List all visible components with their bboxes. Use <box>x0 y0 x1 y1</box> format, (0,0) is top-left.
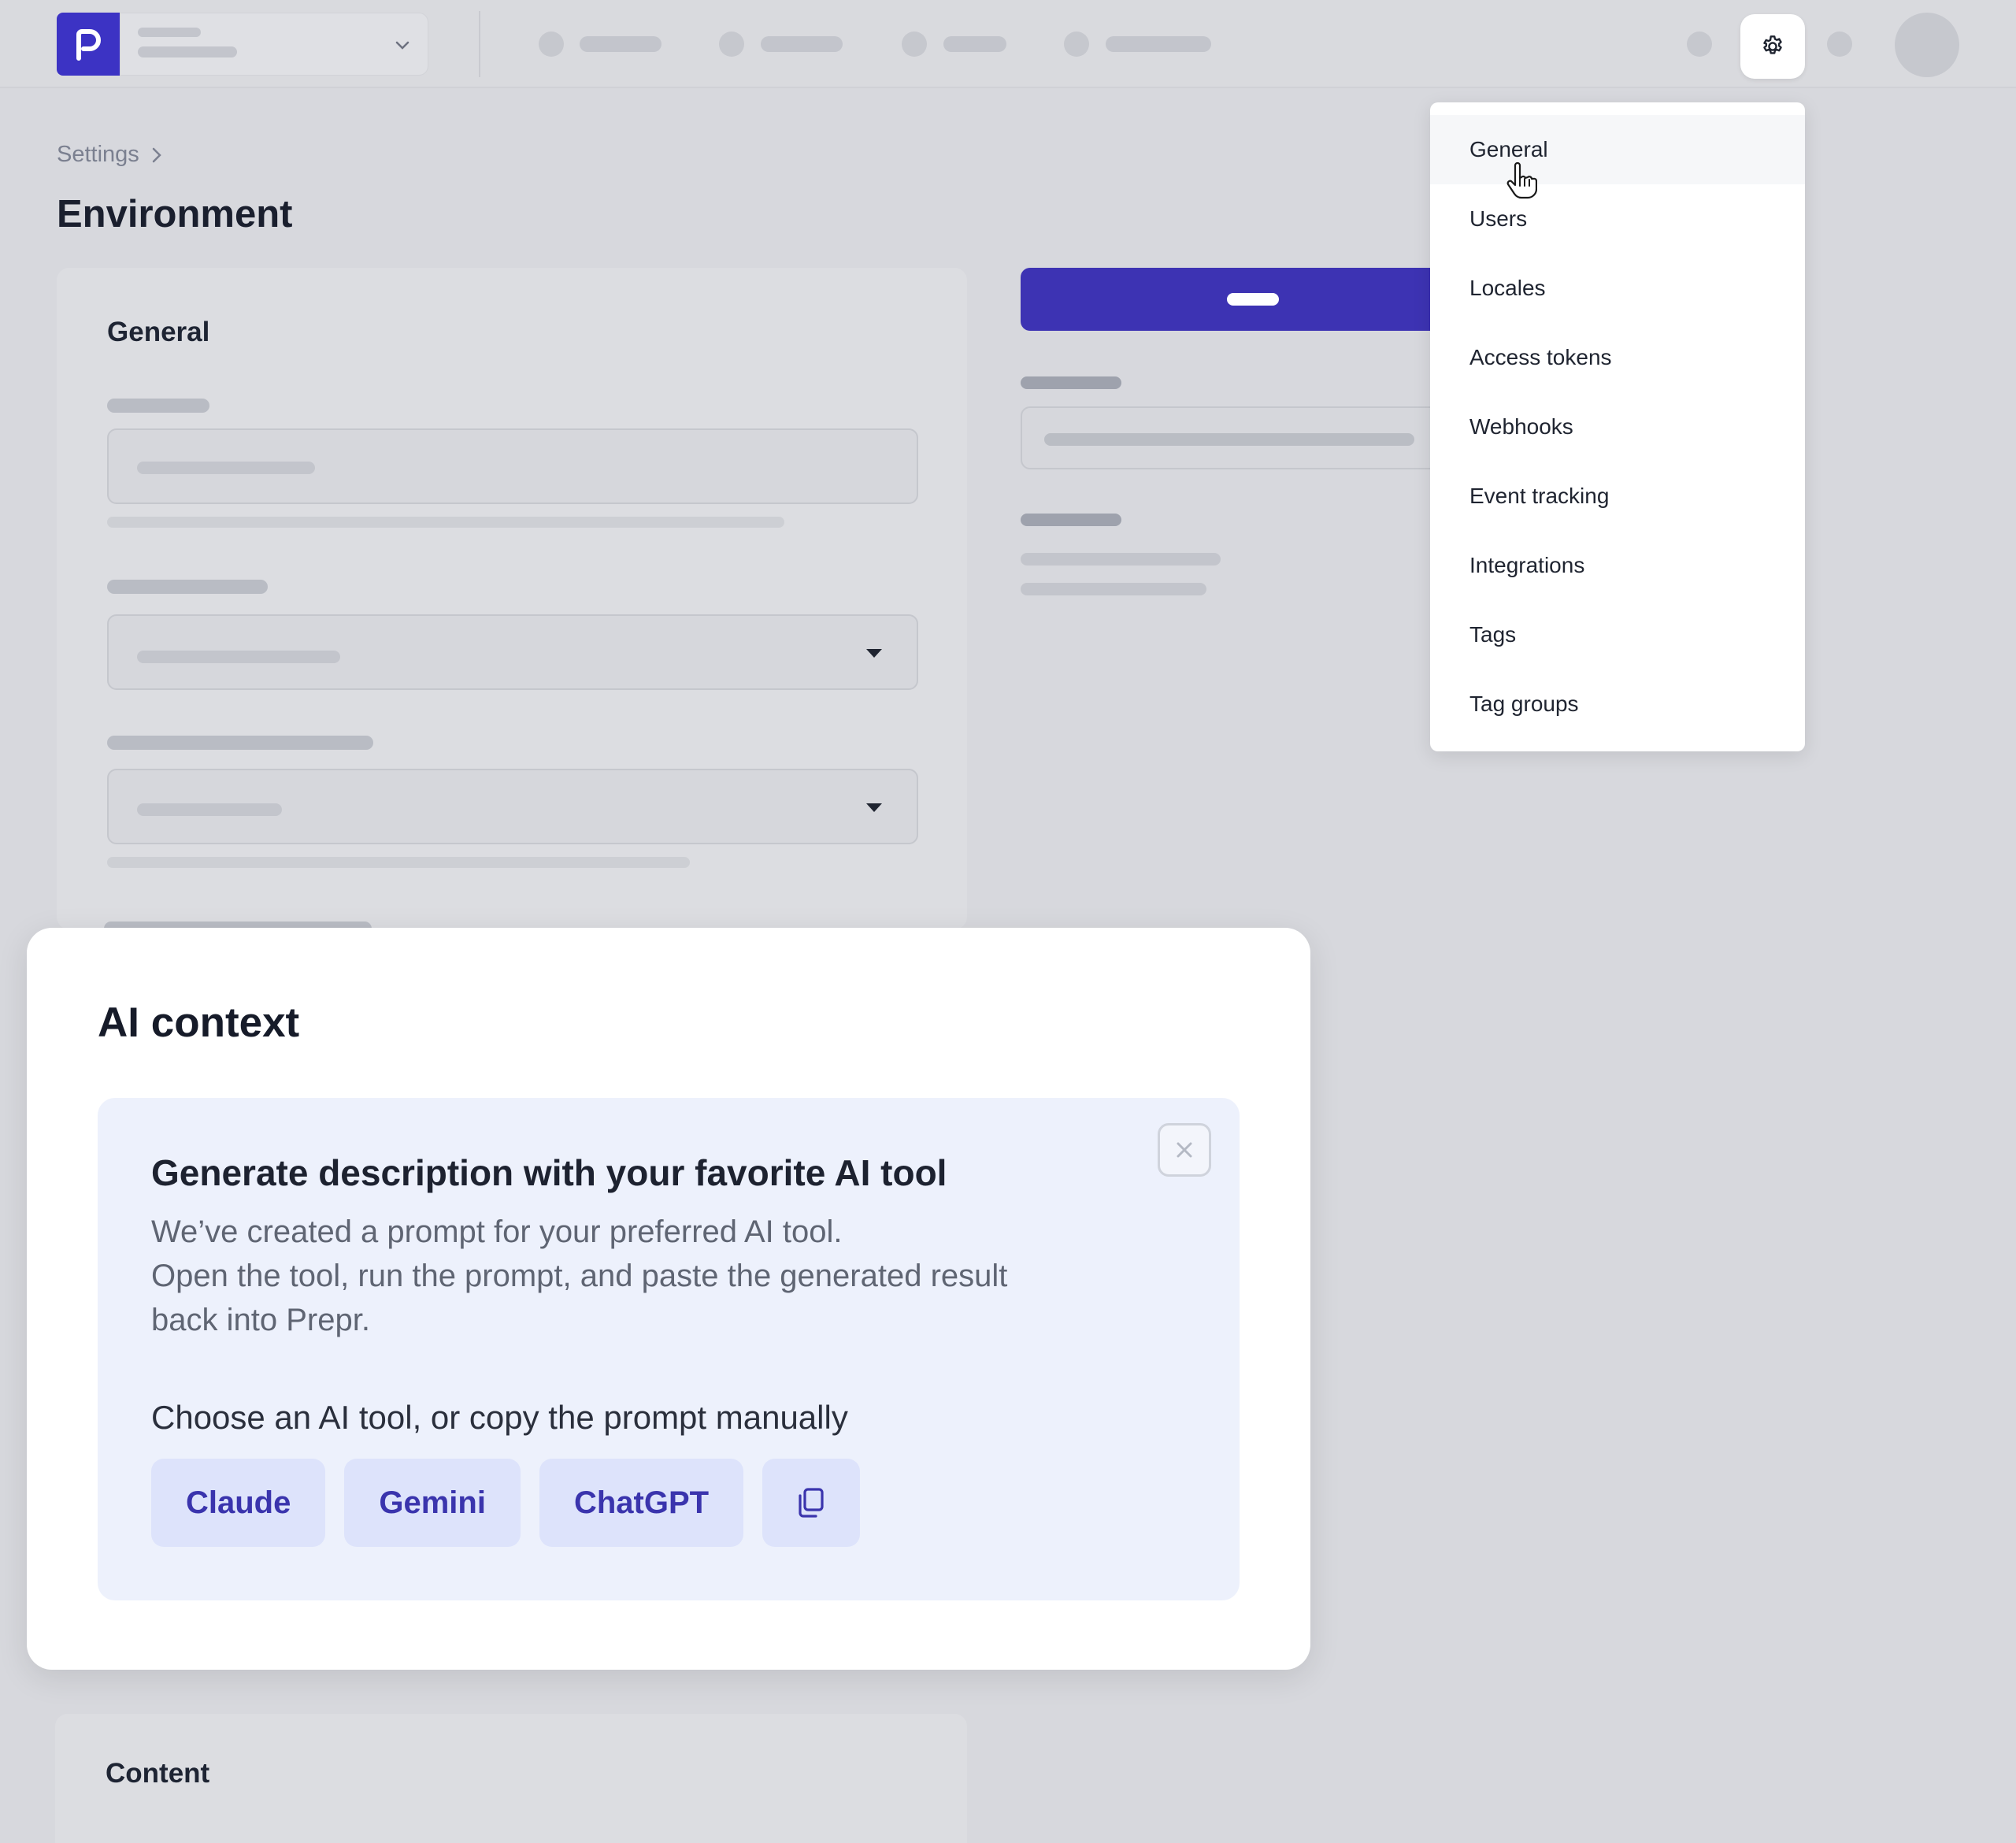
menu-item-integrations[interactable]: Integrations <box>1430 531 1805 600</box>
skeleton-line <box>1021 583 1206 595</box>
chevron-right-icon <box>152 147 161 162</box>
field-label <box>107 580 268 594</box>
menu-item-tags[interactable]: Tags <box>1430 600 1805 669</box>
copy-prompt-button[interactable] <box>762 1459 861 1547</box>
settings-button[interactable] <box>1740 14 1805 79</box>
nav-item-icon[interactable] <box>539 32 564 57</box>
select-field[interactable] <box>107 769 918 844</box>
menu-item-access-tokens[interactable]: Access tokens <box>1430 323 1805 392</box>
ai-tool-buttons: Claude Gemini ChatGPT <box>151 1459 861 1547</box>
ai-prompt-panel: Generate description with your favorite … <box>98 1098 1240 1600</box>
field-value <box>137 651 340 663</box>
general-card: General <box>57 268 967 936</box>
card-title: Content <box>106 1758 210 1789</box>
nav-item-icon[interactable] <box>1064 32 1089 57</box>
panel-description: We’ve created a prompt for your preferre… <box>151 1210 1096 1342</box>
field-label <box>1021 376 1121 389</box>
skeleton-line <box>138 46 237 57</box>
caret-down-icon <box>866 649 882 658</box>
claude-button[interactable]: Claude <box>151 1459 326 1547</box>
nav-item-label[interactable] <box>1106 36 1211 52</box>
description-line: Open the tool, run the prompt, and paste… <box>151 1259 1008 1337</box>
card-title: General <box>107 317 210 347</box>
field-value <box>137 462 315 474</box>
choose-tool-label: Choose an AI tool, or copy the prompt ma… <box>151 1399 848 1436</box>
field-value <box>1044 433 1414 446</box>
select-field[interactable] <box>107 614 918 690</box>
field-value <box>137 803 282 816</box>
field-label <box>107 399 209 413</box>
prepr-logo-icon[interactable] <box>57 13 120 76</box>
gemini-button[interactable]: Gemini <box>344 1459 521 1547</box>
nav-item-label[interactable] <box>943 36 1006 52</box>
breadcrumb-settings[interactable]: Settings <box>57 142 139 168</box>
ai-context-modal: AI context Generate description with you… <box>27 928 1310 1670</box>
close-icon <box>1177 1142 1192 1158</box>
skeleton-line <box>1021 553 1221 566</box>
avatar[interactable] <box>1895 13 1959 77</box>
chevron-down-icon <box>395 41 410 50</box>
caret-down-icon <box>866 803 882 812</box>
close-button[interactable] <box>1158 1123 1211 1177</box>
menu-item-webhooks[interactable]: Webhooks <box>1430 392 1805 462</box>
menu-item-event-tracking[interactable]: Event tracking <box>1430 462 1805 531</box>
menu-item-general[interactable]: General <box>1430 115 1805 184</box>
button-label <box>1227 293 1279 306</box>
description-line: We’ve created a prompt for your preferre… <box>151 1214 843 1249</box>
field-label <box>1021 514 1121 526</box>
hand-pointer-icon <box>1506 162 1537 199</box>
nav-item-icon[interactable] <box>902 32 927 57</box>
nav-item-icon[interactable] <box>719 32 744 57</box>
environment-selector[interactable] <box>120 13 428 76</box>
copy-icon <box>799 1488 824 1518</box>
content-card: Content <box>55 1714 967 1843</box>
menu-item-locales[interactable]: Locales <box>1430 254 1805 323</box>
skeleton-line <box>138 28 201 37</box>
chatgpt-button[interactable]: ChatGPT <box>539 1459 744 1547</box>
settings-menu: General Users Locales Access tokens Webh… <box>1430 102 1805 751</box>
help-icon[interactable] <box>1687 32 1712 57</box>
breadcrumb: Settings <box>57 142 163 168</box>
modal-title: AI context <box>98 999 300 1046</box>
primary-action-button[interactable] <box>1021 268 1430 331</box>
nav-item-label[interactable] <box>761 36 843 52</box>
field-hint <box>107 857 690 868</box>
menu-item-tag-groups[interactable]: Tag groups <box>1430 669 1805 739</box>
text-field[interactable] <box>1021 406 1462 469</box>
nav-item-label[interactable] <box>580 36 662 52</box>
menu-item-users[interactable]: Users <box>1430 184 1805 254</box>
page-title: Environment <box>57 193 293 235</box>
text-field[interactable] <box>107 428 918 504</box>
divider <box>479 11 480 77</box>
notifications-icon[interactable] <box>1827 32 1852 57</box>
panel-title: Generate description with your favorite … <box>151 1152 947 1193</box>
field-label <box>107 736 373 750</box>
gear-icon <box>1763 35 1782 54</box>
field-hint <box>107 517 784 528</box>
